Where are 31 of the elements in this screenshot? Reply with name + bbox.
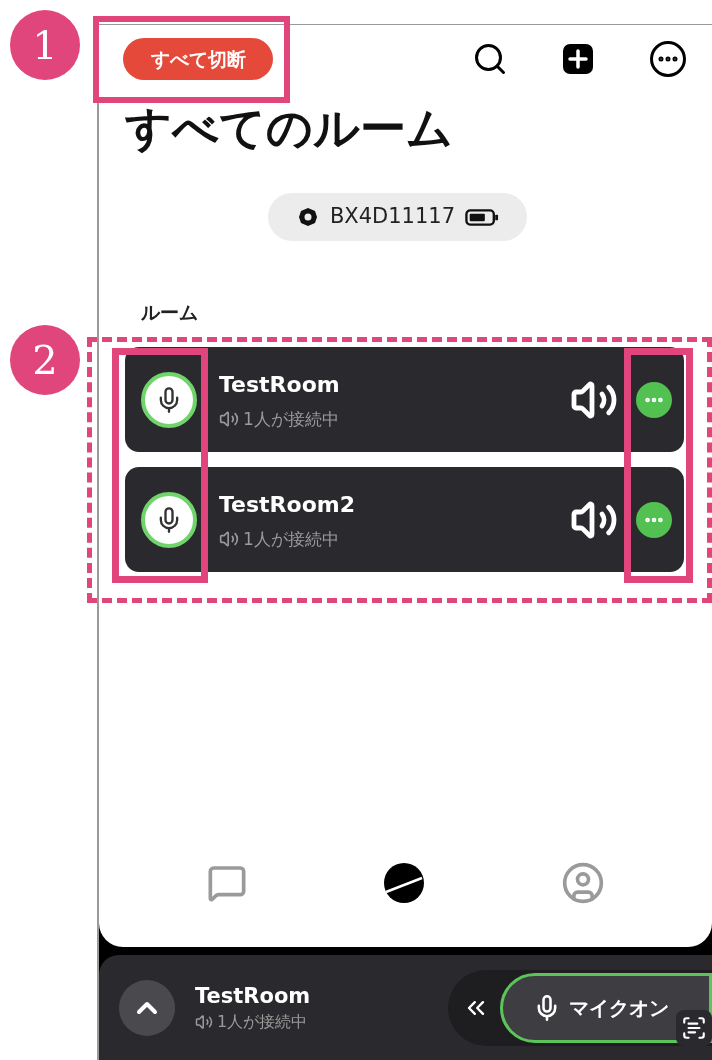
more-icon[interactable] — [636, 381, 672, 418]
speaker-icon — [195, 1012, 213, 1031]
room-status: 1人が接続中 — [217, 1010, 308, 1033]
speaker-icon — [219, 528, 239, 549]
room-card[interactable]: TestRoom 1人が接続中 — [125, 347, 684, 452]
room-status: 1人が接続中 — [243, 527, 339, 550]
room-name: TestRoom — [219, 370, 340, 399]
planet-icon[interactable] — [381, 861, 426, 905]
battery-icon — [465, 208, 500, 226]
disconnect-all-button[interactable]: すべて切断 — [123, 38, 273, 80]
profile-icon[interactable] — [560, 861, 605, 905]
scan-text-icon[interactable] — [676, 1009, 712, 1046]
more-icon[interactable] — [650, 41, 686, 77]
search-icon[interactable] — [472, 41, 508, 77]
step-number-badge: 1 — [10, 10, 80, 80]
mic-icon[interactable] — [141, 371, 197, 428]
room-card[interactable]: TestRoom2 1人が接続中 — [125, 467, 684, 572]
room-name: TestRoom2 — [219, 490, 356, 519]
chat-icon[interactable] — [206, 863, 247, 903]
mic-on-button[interactable]: マイクオン — [500, 972, 712, 1043]
speaker-icon — [219, 408, 239, 429]
device-chip[interactable]: BX4D11117 — [267, 193, 528, 241]
page-title: すべてのルーム — [125, 100, 454, 157]
device-name: BX4D11117 — [329, 203, 456, 231]
add-icon[interactable] — [562, 43, 594, 75]
step-number-badge: 2 — [10, 325, 80, 395]
section-label: ルーム — [141, 300, 198, 325]
room-name: TestRoom — [195, 982, 311, 1010]
more-icon[interactable] — [636, 501, 672, 538]
room-status: 1人が接続中 — [243, 407, 339, 430]
mic-icon[interactable] — [141, 491, 197, 548]
